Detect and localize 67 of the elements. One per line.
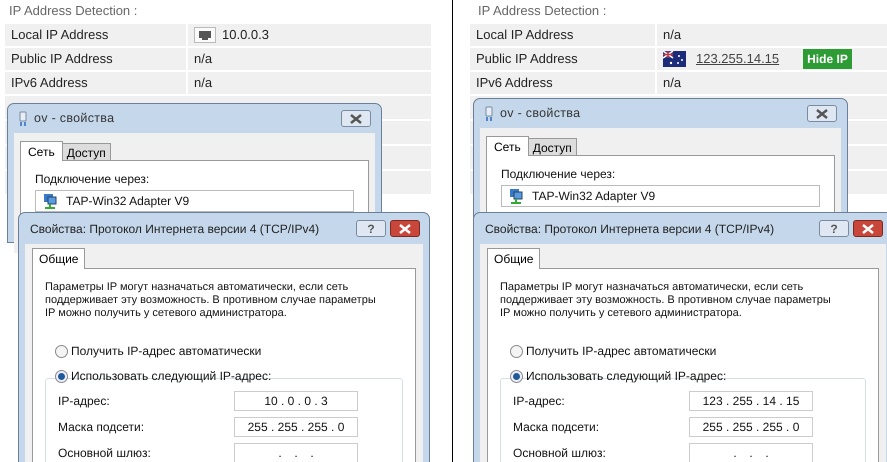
field-label: Основной шлюз: [513,445,607,462]
plug-icon [484,106,494,122]
hide-ip-button[interactable]: Hide IP [803,49,852,69]
table-cell: Local IP Address [5,24,186,46]
close-icon [815,108,829,118]
radio-label: Получить IP-адрес автоматически [526,343,716,360]
field-label: Подключение через: [35,171,150,188]
section-heading: IP Address Detection : [9,2,138,20]
radio-button[interactable] [510,370,523,382]
tab[interactable]: Общие [32,248,86,269]
close-icon [861,224,875,234]
close-icon [398,224,412,234]
network-adapter-icon [508,188,524,204]
table-cell: n/a [657,24,887,46]
plug-icon [18,110,28,126]
help-button[interactable]: ? [819,220,849,237]
field-label: IP-адрес: [58,393,111,410]
close-button[interactable] [341,110,371,127]
table-cell: Public IP Address [5,48,186,70]
radio-button[interactable] [55,344,68,358]
tab[interactable]: Сеть [20,141,63,161]
table-cell: Local IP Address [470,24,655,46]
dialog-title: ov - свойства [500,105,580,122]
adapter-name: TAP-Win32 Adapter V9 [66,193,190,210]
table-cell: n/a [188,72,431,94]
table-cell: Public IP Address [470,48,655,70]
tab[interactable]: Доступ [528,138,577,156]
field-label: Основной шлюз: [58,445,152,462]
table-cell: IPv6 Address [470,72,655,94]
ip-address-field[interactable]: . . . [689,443,813,462]
ip-address-field[interactable]: 255 . 255 . 255 . 0 [689,417,813,437]
network-port-icon [194,27,216,43]
radio-label: Использовать следующий IP-адрес: [71,368,272,385]
radio-label: Использовать следующий IP-адрес: [526,368,726,385]
ip-address-field[interactable]: . . . [234,443,358,462]
adapter-name: TAP-Win32 Adapter V9 [532,188,656,205]
table-cell: n/a [188,48,431,70]
section-heading: IP Address Detection : [478,2,606,20]
radio-label: Получить IP-адрес автоматически [71,343,262,360]
close-icon [349,114,363,124]
ip-value: 10.0.0.3 [222,26,269,44]
description-text: Параметры IP могут назначаться автоматически, если сеть поддерживает эту возможность. В противном случае параметры IP можно получить у сетевого администратора. [500,281,832,320]
ip-link[interactable]: 123.255.14.15 [696,49,780,69]
dialog-title: Свойства: Протокол Интернета версии 4 (TCP/IPv4) [485,220,774,238]
help-button[interactable]: ? [356,220,386,237]
table-cell: IPv6 Address [5,72,186,94]
ip-address-field[interactable]: 255 . 255 . 255 . 0 [234,417,358,437]
flag-icon [663,51,686,67]
field-label: Подключение через: [501,166,616,183]
close-button[interactable] [390,220,420,237]
close-button[interactable] [807,105,837,122]
table-cell: n/a [657,72,887,94]
ip-address-field[interactable]: 123 . 255 . 14 . 15 [689,391,813,411]
dialog-title: ov - свойства [34,110,114,128]
radio-button[interactable] [510,344,523,358]
network-adapter-icon [42,193,58,209]
radio-button[interactable] [55,370,68,382]
tab[interactable]: Доступ [62,143,111,161]
description-text: Параметры IP могут назначаться автоматически, если сеть поддерживает эту возможность. В противном случае параметры IP можно получить у сетевого администратора. [45,281,377,320]
close-button[interactable] [853,220,883,237]
tab[interactable]: Сеть [486,136,529,156]
ip-address-field[interactable]: 10 . 0 . 0 . 3 [234,391,358,411]
tab[interactable]: Общие [487,248,540,269]
dialog-title: Свойства: Протокол Интернета версии 4 (TCP/IPv4) [30,220,320,238]
field-label: Маска подсети: [58,419,146,436]
field-label: IP-адрес: [513,393,566,410]
field-label: Маска подсети: [513,419,600,436]
